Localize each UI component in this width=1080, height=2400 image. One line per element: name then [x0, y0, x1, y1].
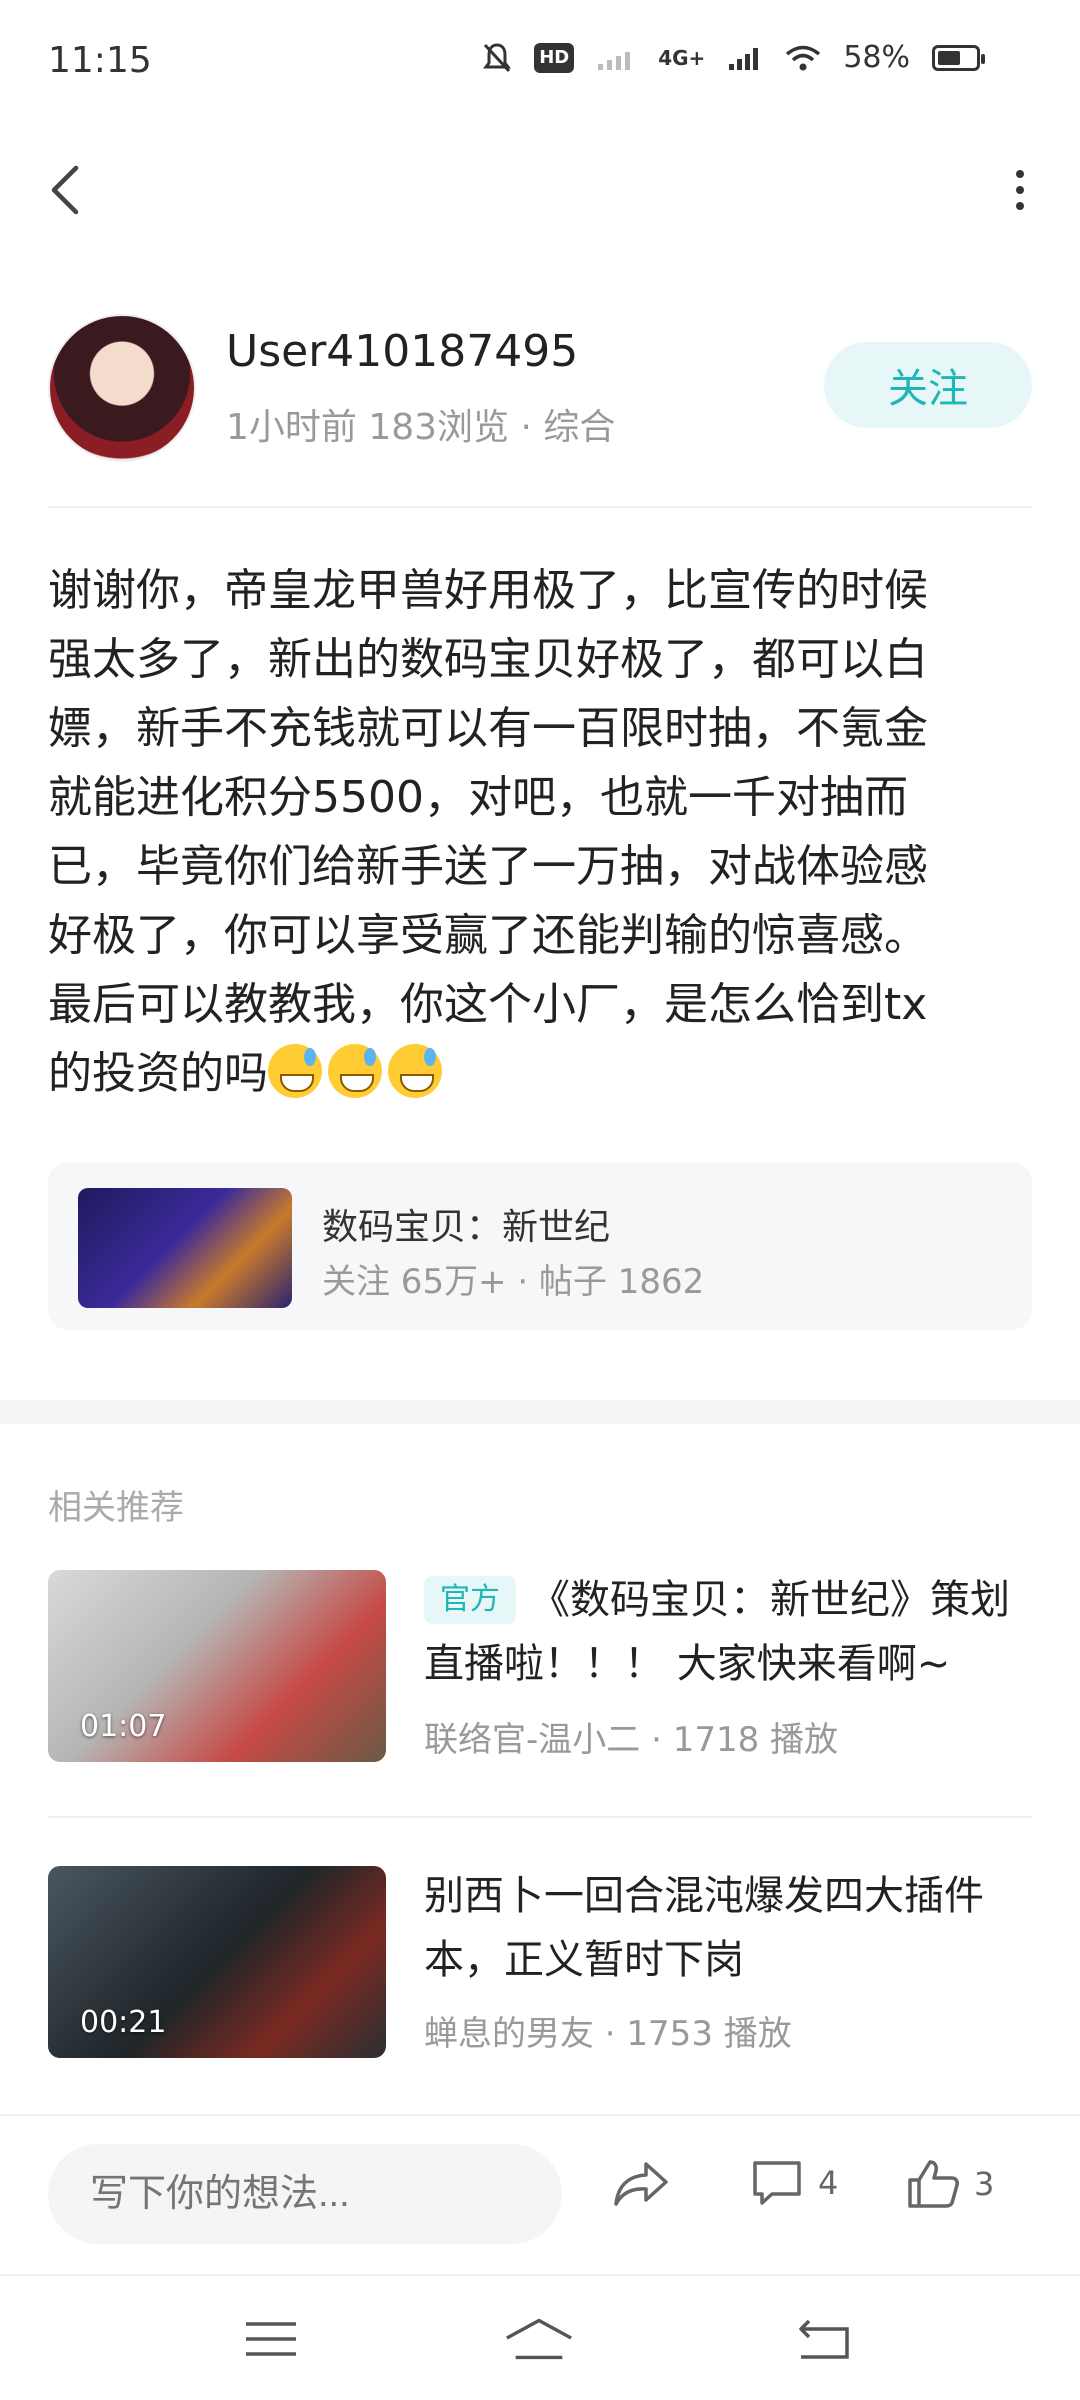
mute-bell-icon — [483, 42, 512, 72]
back-nav-button[interactable] — [790, 2314, 860, 2364]
hd-badge: HD — [534, 42, 575, 73]
video-duration: 01:07 — [80, 1709, 167, 1744]
menu-icon — [246, 2322, 296, 2356]
like-count: 3 — [974, 2165, 995, 2203]
divider — [48, 506, 1032, 508]
topic-meta: 关注 65万+ · 帖子 1862 — [322, 1262, 705, 1302]
sweat-smile-emoji-icon — [328, 1044, 382, 1098]
topic-name: 数码宝贝：新世纪 — [322, 1207, 611, 1248]
author-avatar[interactable] — [48, 314, 196, 462]
video-duration: 00:21 — [80, 2005, 167, 2040]
official-tag: 官方 — [424, 1576, 516, 1624]
more-button[interactable] — [1000, 160, 1040, 220]
post-line: 已，毕竟你们给新手送了一万抽，对战体验感 — [48, 841, 928, 892]
divider — [48, 1816, 1032, 1818]
related-section-label: 相关推荐 — [48, 1488, 184, 1528]
post-line: 好极了，你可以享受赢了还能判输的惊喜感。 — [48, 910, 928, 961]
author-name[interactable]: User410187495 — [226, 326, 578, 377]
status-bar: 11:15 HD 4G+ 58% — [0, 0, 1080, 120]
video-title-text: 别西卜一回合混沌爆发四大插件本，正义暂时下岗 — [424, 1873, 984, 1983]
section-separator — [0, 1400, 1080, 1424]
signal-icon — [729, 47, 759, 70]
post-line: 强太多了，新出的数码宝贝好极了，都可以白 — [48, 634, 928, 685]
status-time: 11:15 — [48, 40, 152, 81]
topic-card[interactable]: 数码宝贝：新世纪 关注 65万+ · 帖子 1862 — [48, 1162, 1032, 1330]
menu-button[interactable] — [236, 2314, 306, 2364]
comment-input[interactable] — [48, 2144, 562, 2244]
action-bar: 4 3 — [0, 2114, 1080, 2274]
like-button[interactable]: 3 — [906, 2158, 994, 2210]
post-line: 最后可以教教我，你这个小厂，是怎么恰到tx — [48, 979, 928, 1030]
chevron-left-icon — [51, 165, 79, 215]
share-icon — [614, 2162, 668, 2206]
video-meta: 联络官-温小二 · 1718 播放 — [424, 1720, 839, 1760]
return-icon — [799, 2319, 849, 2359]
status-icons: HD 4G+ 58% — [482, 40, 985, 75]
video-meta: 蝉息的男友 · 1753 播放 — [424, 2014, 792, 2054]
home-button[interactable] — [504, 2314, 574, 2364]
post-line: 嫖，新手不充钱就可以有一百限时抽，不氪金 — [48, 703, 928, 754]
back-button[interactable] — [40, 160, 90, 220]
sweat-smile-emoji-icon — [388, 1044, 442, 1098]
follow-button[interactable]: 关注 — [824, 342, 1032, 428]
battery-percent: 58% — [843, 40, 910, 75]
signal-weak-icon — [598, 51, 631, 70]
system-nav-bar — [0, 2274, 1080, 2400]
more-vertical-icon — [1016, 170, 1024, 178]
video-title[interactable]: 别西卜一回合混沌爆发四大插件本，正义暂时下岗 — [424, 1864, 1034, 1992]
topic-thumbnail — [78, 1188, 292, 1308]
sweat-smile-emoji-icon — [268, 1044, 322, 1098]
video-title[interactable]: 官方 《数码宝贝：新世纪》策划直播啦！！！ 大家快来看啊~ — [424, 1568, 1034, 1696]
comment-count: 4 — [818, 2164, 839, 2202]
comment-button[interactable]: 4 — [750, 2158, 838, 2208]
network-type: 4G+ — [658, 45, 706, 70]
post-line: 的投资的吗 — [48, 1048, 268, 1099]
home-icon — [506, 2318, 572, 2360]
battery-icon — [932, 44, 985, 71]
comment-icon — [753, 2161, 801, 2205]
video-thumbnail[interactable]: 01:07 — [48, 1570, 386, 1762]
battery-level — [938, 50, 960, 65]
share-button[interactable] — [612, 2158, 670, 2208]
post-content: 谢谢你，帝皇龙甲兽好用极了，比宣传的时候 强太多了，新出的数码宝贝好极了，都可以… — [48, 556, 1038, 1108]
video-thumbnail[interactable]: 00:21 — [48, 1866, 386, 2058]
thumbs-up-icon — [908, 2160, 959, 2208]
post-line: 就能进化积分5500，对吧，也就一千对抽而 — [48, 772, 908, 823]
post-line: 谢谢你，帝皇龙甲兽好用极了，比宣传的时候 — [48, 565, 928, 616]
wifi-icon — [786, 45, 821, 70]
post-meta: 1小时前 183浏览 · 综合 — [226, 407, 616, 448]
